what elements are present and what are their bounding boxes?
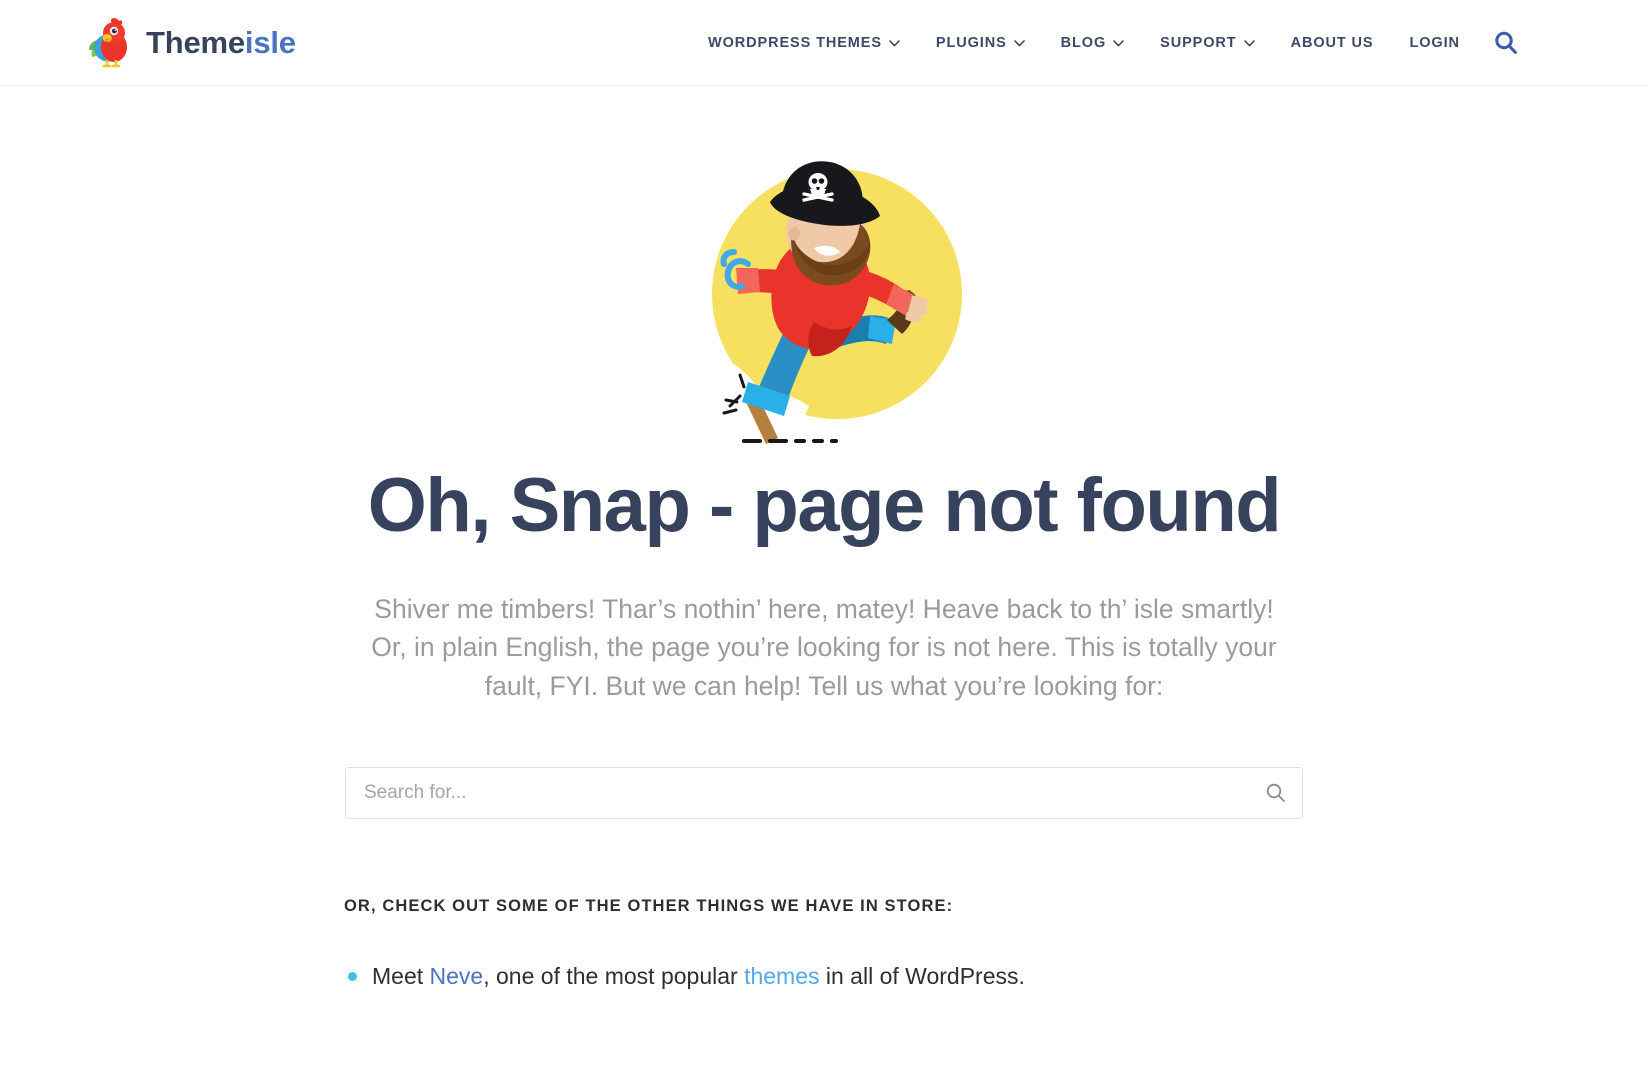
brand-logo-link[interactable]: Themeisle bbox=[88, 17, 296, 69]
chevron-down-icon bbox=[1113, 39, 1124, 46]
search-icon bbox=[1266, 783, 1285, 802]
chevron-down-icon bbox=[889, 39, 900, 46]
nav-item-label: ABOUT US bbox=[1290, 35, 1374, 51]
nav-item-login[interactable]: LOGIN bbox=[1392, 35, 1478, 51]
search-form bbox=[345, 767, 1303, 820]
themes-link[interactable]: themes bbox=[744, 963, 819, 989]
brand-name-part2: isle bbox=[244, 25, 296, 60]
nav-item-blog[interactable]: BLOG bbox=[1043, 35, 1143, 51]
brand-name: Themeisle bbox=[146, 27, 296, 58]
other-things-label: OR, CHECK OUT SOME OF THE OTHER THINGS W… bbox=[344, 897, 954, 916]
chevron-down-icon bbox=[1013, 39, 1025, 46]
list-item-text-after: in all of WordPress. bbox=[819, 963, 1025, 990]
brand-name-part1: Theme bbox=[146, 25, 245, 60]
site-header: Themeisle WORDPRESS THEMES PLUGINS BLOG … bbox=[0, 0, 1648, 86]
page-main: Oh, Snap - page not found Shiver me timb… bbox=[0, 86, 1648, 992]
suggestion-list: Meet Neve, one of the most popular theme… bbox=[344, 960, 1304, 992]
error-description-line2: Or, in plain English, the page you’re lo… bbox=[371, 632, 1277, 663]
nav-item-wordpress-themes[interactable]: WORDPRESS THEMES bbox=[690, 35, 918, 51]
list-item-text-middle: , one of the most popular bbox=[483, 963, 745, 990]
header-search-button[interactable] bbox=[1489, 26, 1523, 60]
search-submit-button[interactable] bbox=[1257, 774, 1295, 812]
neve-link[interactable]: Neve bbox=[430, 963, 484, 989]
nav-item-label: PLUGINS bbox=[935, 35, 1007, 51]
nav-item-plugins[interactable]: PLUGINS bbox=[918, 35, 1043, 51]
nav-item-support[interactable]: SUPPORT bbox=[1142, 35, 1272, 51]
nav-item-label: WORDPRESS THEMES bbox=[708, 35, 882, 51]
list-item-text-before: Meet bbox=[372, 963, 430, 990]
search-icon bbox=[1495, 31, 1517, 54]
error-description: Shiver me timbers! Thar’s nothin’ here, … bbox=[349, 590, 1299, 705]
other-things-section: OR, CHECK OUT SOME OF THE OTHER THINGS W… bbox=[344, 897, 1304, 992]
main-navigation: WORDPRESS THEMES PLUGINS BLOG SUPPORT AB… bbox=[690, 0, 1478, 86]
nav-item-label: SUPPORT bbox=[1160, 35, 1237, 51]
page-title: Oh, Snap - page not found bbox=[367, 463, 1282, 548]
nav-item-about-us[interactable]: ABOUT US bbox=[1273, 35, 1392, 51]
list-item: Meet Neve, one of the most popular theme… bbox=[344, 960, 1304, 992]
chevron-down-icon bbox=[1243, 39, 1255, 46]
error-description-line1: Shiver me timbers! Thar’s nothin’ here, … bbox=[374, 593, 1274, 624]
search-input[interactable] bbox=[345, 767, 1303, 820]
nav-item-label: BLOG bbox=[1060, 35, 1107, 51]
nav-item-label: LOGIN bbox=[1409, 35, 1460, 51]
parrot-logo-icon bbox=[89, 17, 127, 67]
error-description-line3: fault, FYI. But we can help! Tell us wha… bbox=[484, 670, 1164, 701]
pirate-404-illustration bbox=[674, 161, 962, 444]
list-bullet-icon bbox=[348, 972, 357, 982]
